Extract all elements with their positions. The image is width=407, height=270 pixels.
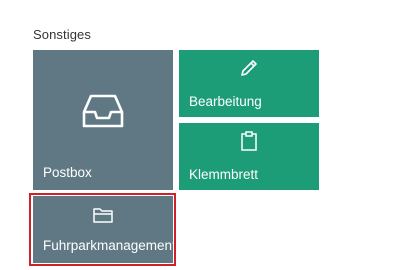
- pencil-icon: [241, 60, 257, 76]
- tile-postbox[interactable]: Postbox: [33, 50, 173, 190]
- inbox-tray-icon: [82, 94, 124, 128]
- tile-klemmbrett-label: Klemmbrett: [189, 167, 259, 182]
- tile-bearbeitung-label: Bearbeitung: [189, 94, 262, 109]
- tile-postbox-label: Postbox: [43, 165, 92, 180]
- tile-fuhrparkmanagement[interactable]: Fuhrparkmanagement: [33, 196, 173, 263]
- app-page: Sonstiges Postbox Bearbeitung Klemmbrett…: [0, 0, 407, 270]
- tile-fuhrparkmanagement-label: Fuhrparkmanagement: [43, 238, 173, 253]
- clipboard-icon: [241, 131, 257, 151]
- tile-bearbeitung[interactable]: Bearbeitung: [179, 50, 319, 117]
- section-title: Sonstiges: [33, 27, 91, 42]
- folder-icon: [93, 208, 113, 223]
- tile-klemmbrett[interactable]: Klemmbrett: [179, 123, 319, 190]
